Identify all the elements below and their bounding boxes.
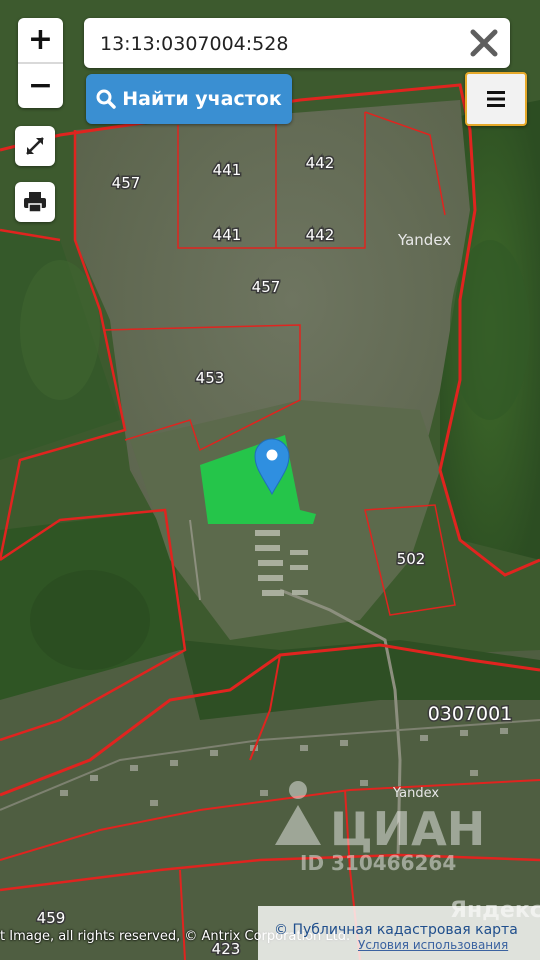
parcel-label: 441: [213, 226, 242, 244]
clear-search-button[interactable]: [466, 25, 502, 61]
forest-patch: [20, 260, 100, 400]
parcel-label: 459: [37, 909, 66, 927]
parcel-label: 453: [196, 369, 225, 387]
printer-icon: [24, 192, 46, 213]
terms-link[interactable]: Условия использования: [358, 938, 508, 952]
search-icon: [96, 89, 117, 109]
menu-button[interactable]: [465, 72, 527, 126]
parcel-label: 442: [306, 226, 335, 244]
zoom-out-button[interactable]: −: [18, 64, 63, 108]
zoom-in-button[interactable]: +: [18, 18, 63, 62]
close-icon: [470, 29, 498, 57]
yandex-map-label: Yandex: [397, 231, 451, 249]
attribution-link[interactable]: © Публичная кадастровая карта: [274, 922, 518, 938]
forest-patch: [30, 570, 150, 670]
forest-patch: [450, 240, 530, 420]
parcel-label: 441: [213, 161, 242, 179]
fullscreen-button[interactable]: [15, 126, 55, 166]
quarter-label: 0307001: [428, 703, 513, 725]
zoom-control: + −: [18, 18, 63, 108]
parcel-label: 457: [252, 278, 281, 296]
expand-icon: [26, 137, 44, 155]
watermark-logo-icon: [289, 781, 307, 799]
satellite-map[interactable]: 457 441 442 441 442 457 453 502 459 423 …: [0, 0, 540, 960]
find-parcel-label: Найти участок: [122, 88, 282, 110]
parcel-label: 442: [306, 154, 335, 172]
search-input[interactable]: [98, 18, 462, 70]
print-button[interactable]: [15, 182, 55, 222]
watermark-id: ID 310466264: [300, 851, 456, 875]
parcel-label: 457: [112, 174, 141, 192]
parcel-label: 502: [397, 550, 426, 568]
search-box: [84, 18, 510, 70]
watermark-brand: ЦИАН: [330, 802, 485, 856]
hamburger-icon: [487, 91, 505, 107]
yandex-map-label: Yandex: [392, 786, 439, 801]
yandex-logo: Яндекс: [450, 898, 540, 923]
find-parcel-button[interactable]: Найти участок: [86, 74, 292, 124]
